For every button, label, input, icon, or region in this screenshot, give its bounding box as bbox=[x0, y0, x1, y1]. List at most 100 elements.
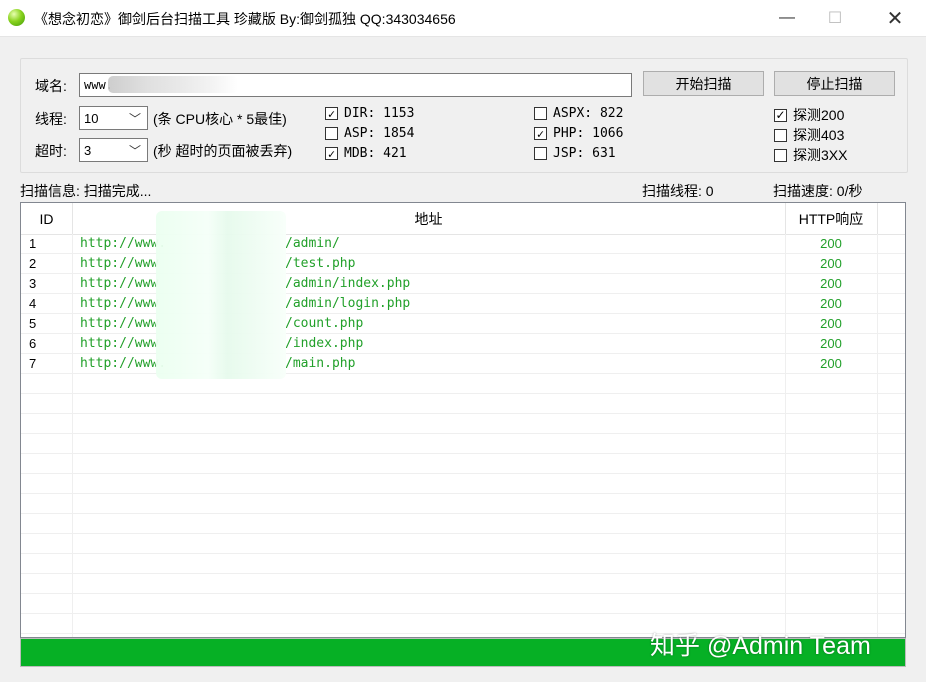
table-row[interactable]: 2 http://www/test.php 200 bbox=[21, 254, 905, 274]
row-url-prefix: http://www bbox=[80, 336, 159, 351]
close-button[interactable]: ✕ bbox=[872, 0, 918, 36]
threads-hint: (条 CPU核心 * 5最佳) bbox=[153, 111, 287, 127]
title-bar: 《想念初恋》御剑后台扫描工具 珍藏版 By:御剑孤独 QQ:343034656 … bbox=[0, 0, 926, 37]
checkbox-box bbox=[774, 148, 787, 162]
row-http-code: 200 bbox=[820, 356, 842, 371]
dict-asp-label: ASP: 1854 bbox=[344, 126, 415, 141]
probe-200-checkbox[interactable]: ✓ 探测200 bbox=[774, 105, 844, 125]
table-row bbox=[21, 594, 905, 614]
row-url-prefix: http://www bbox=[80, 316, 159, 331]
threads-value: 10 bbox=[84, 111, 99, 126]
checkbox-box: ✓ bbox=[534, 127, 547, 140]
dict-jsp-label: JSP: 631 bbox=[553, 146, 616, 161]
table-row bbox=[21, 474, 905, 494]
scan-threads: 扫描线程: 0 bbox=[642, 183, 714, 199]
dict-dir-label: DIR: 1153 bbox=[344, 106, 415, 121]
table-body: 1 http://www. /admin/200 2 http://www/test.p… bbox=[21, 234, 905, 634]
chevron-down-icon: ﹀ bbox=[128, 144, 141, 158]
column-header-http[interactable]: HTTP响应 bbox=[785, 203, 878, 234]
app-icon bbox=[8, 9, 25, 26]
row-url-suffix: /admin/index.php bbox=[285, 276, 411, 291]
row-url-suffix: /count.php bbox=[285, 316, 364, 331]
timeout-label: 超时: bbox=[35, 143, 67, 159]
probe-3xx-checkbox[interactable]: 探测3XX bbox=[774, 145, 847, 165]
table-row[interactable]: 3 http://www/admin/index.php 200 bbox=[21, 274, 905, 294]
chevron-down-icon: ﹀ bbox=[128, 112, 141, 126]
row-id: 2 bbox=[29, 256, 37, 271]
table-row bbox=[21, 414, 905, 434]
row-id: 6 bbox=[29, 336, 37, 351]
row-url-prefix: http://www bbox=[80, 296, 159, 311]
table-row[interactable]: 6 http://www/index.php 200 bbox=[21, 334, 905, 354]
row-id: 4 bbox=[29, 296, 37, 311]
row-http-code: 200 bbox=[820, 256, 842, 271]
table-row bbox=[21, 434, 905, 454]
probe-403-checkbox[interactable]: 探测403 bbox=[774, 125, 844, 145]
domain-label: 域名: bbox=[35, 78, 67, 94]
timeout-hint: (秒 超时的页面被丢弃) bbox=[153, 143, 293, 159]
dict-aspx-label: ASPX: 822 bbox=[553, 106, 624, 121]
results-table[interactable]: ID 地址 HTTP响应 1 http://www. /admin/200 2 http… bbox=[20, 202, 906, 638]
window-title: 《想念初恋》御剑后台扫描工具 珍藏版 By:御剑孤独 QQ:343034656 bbox=[34, 11, 456, 27]
row-http-code: 200 bbox=[820, 236, 842, 251]
checkbox-box bbox=[774, 128, 787, 142]
start-scan-button[interactable]: 开始扫描 bbox=[643, 71, 764, 96]
row-url-suffix: /test.php bbox=[285, 256, 356, 271]
row-url-prefix: http://www. bbox=[80, 356, 167, 371]
scan-info: 扫描信息: 扫描完成... bbox=[20, 183, 152, 199]
row-id: 1 bbox=[29, 236, 37, 251]
watermark-text: 知乎 @Admin Team bbox=[650, 632, 871, 660]
table-row bbox=[21, 454, 905, 474]
row-http-code: 200 bbox=[820, 296, 842, 311]
maximize-button[interactable]: ☐ bbox=[812, 0, 858, 36]
probe-200-label: 探测200 bbox=[793, 107, 845, 123]
table-row bbox=[21, 534, 905, 554]
threads-label: 线程: bbox=[35, 111, 67, 127]
table-row[interactable]: 5 http://www/count.php 200 bbox=[21, 314, 905, 334]
table-row[interactable]: 7 http://www. /main.php 200 bbox=[21, 354, 905, 374]
row-id: 7 bbox=[29, 356, 37, 371]
dict-dir-checkbox[interactable]: ✓ DIR: 1153 bbox=[325, 106, 414, 121]
row-http-code: 200 bbox=[820, 276, 842, 291]
threads-select[interactable]: 10 ﹀ bbox=[79, 106, 148, 130]
dict-aspx-checkbox[interactable]: ASPX: 822 bbox=[534, 106, 623, 121]
row-url-suffix: /admin/login.php bbox=[285, 296, 411, 311]
dict-jsp-checkbox[interactable]: JSP: 631 bbox=[534, 146, 616, 161]
row-url-prefix: http://www. bbox=[80, 236, 167, 251]
table-row bbox=[21, 394, 905, 414]
row-url-suffix: /main.php bbox=[285, 356, 356, 371]
row-http-code: 200 bbox=[820, 316, 842, 331]
probe-403-label: 探测403 bbox=[793, 127, 845, 143]
table-row bbox=[21, 374, 905, 394]
row-url-suffix: /admin/ bbox=[285, 236, 340, 251]
row-http-code: 200 bbox=[820, 336, 842, 351]
checkbox-box bbox=[534, 107, 547, 120]
checkbox-box: ✓ bbox=[325, 107, 338, 120]
url-redaction bbox=[156, 211, 286, 379]
dict-php-checkbox[interactable]: ✓ PHP: 1066 bbox=[534, 126, 623, 141]
dict-mdb-checkbox[interactable]: ✓ MDB: 421 bbox=[325, 146, 407, 161]
dict-php-label: PHP: 1066 bbox=[553, 126, 624, 141]
checkbox-box bbox=[534, 147, 547, 160]
table-header: ID 地址 HTTP响应 bbox=[21, 203, 905, 235]
timeout-select[interactable]: 3 ﹀ bbox=[79, 138, 148, 162]
probe-3xx-label: 探测3XX bbox=[793, 147, 848, 163]
column-header-id[interactable]: ID bbox=[21, 203, 73, 234]
row-id: 3 bbox=[29, 276, 37, 291]
checkbox-box bbox=[325, 127, 338, 140]
checkbox-box: ✓ bbox=[325, 147, 338, 160]
table-row[interactable]: 4 http://www/admin/login.php 200 bbox=[21, 294, 905, 314]
dict-asp-checkbox[interactable]: ASP: 1854 bbox=[325, 126, 414, 141]
table-row[interactable]: 1 http://www. /admin/200 bbox=[21, 234, 905, 254]
row-url-prefix: http://www bbox=[80, 276, 159, 291]
dict-mdb-label: MDB: 421 bbox=[344, 146, 407, 161]
checkbox-box: ✓ bbox=[774, 108, 787, 122]
row-url-prefix: http://www bbox=[80, 256, 159, 271]
table-row bbox=[21, 514, 905, 534]
table-row bbox=[21, 494, 905, 514]
stop-scan-button[interactable]: 停止扫描 bbox=[774, 71, 895, 96]
row-url-suffix: /index.php bbox=[285, 336, 364, 351]
row-id: 5 bbox=[29, 316, 37, 331]
minimize-button[interactable]: — bbox=[764, 0, 810, 36]
table-row bbox=[21, 554, 905, 574]
